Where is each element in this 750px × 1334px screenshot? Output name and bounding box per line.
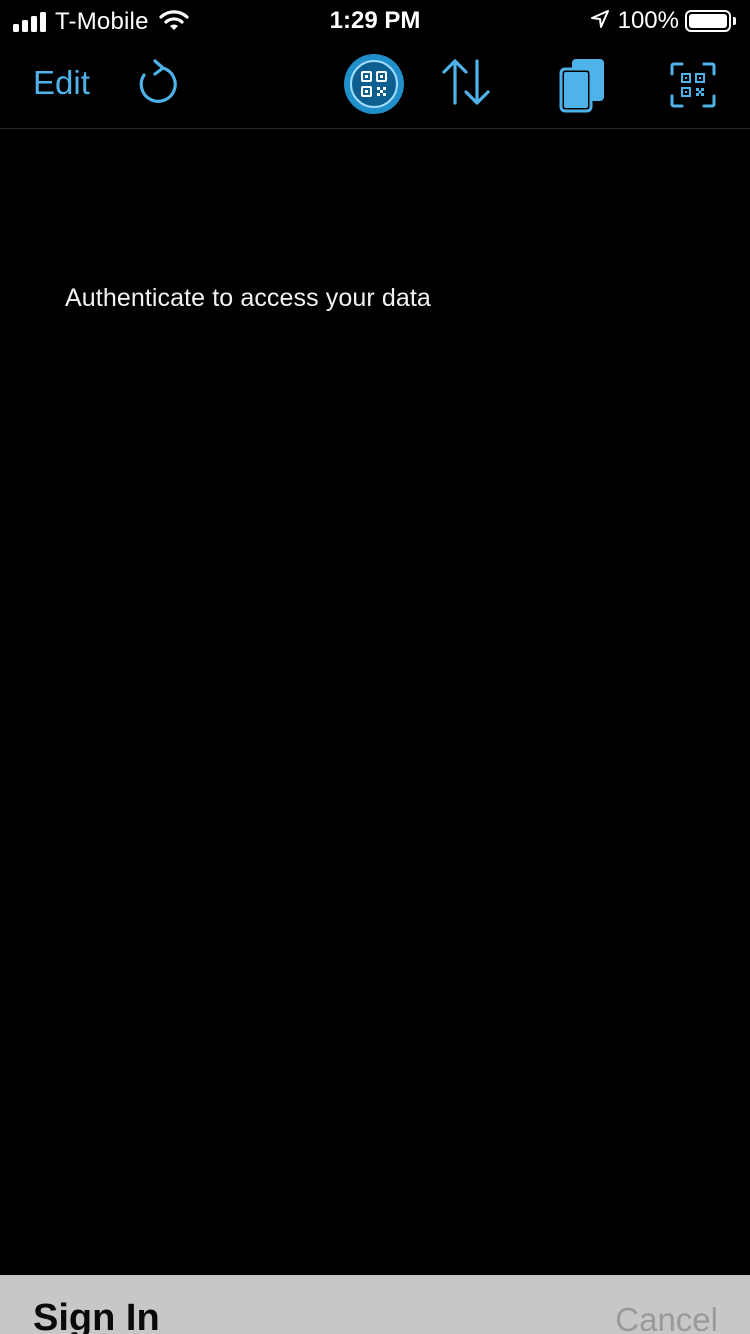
nav-bar: Edit	[0, 40, 750, 129]
location-arrow-icon	[590, 9, 610, 34]
status-right: 100%	[590, 7, 736, 35]
qr-code-circle-icon[interactable]	[343, 53, 405, 115]
auth-message: Authenticate to access your data	[65, 284, 431, 312]
status-bar: T-Mobile 1:29 PM 100%	[0, 0, 750, 40]
cancel-button[interactable]: Cancel	[615, 1301, 718, 1334]
battery-fill	[689, 14, 727, 28]
sheet-title: Sign In	[33, 1297, 160, 1334]
refresh-icon[interactable]	[132, 56, 182, 110]
scan-qr-icon[interactable]	[668, 60, 718, 110]
edit-button[interactable]: Edit	[33, 64, 90, 102]
battery-cap	[733, 17, 736, 25]
screen: T-Mobile 1:29 PM 100% Edit Authenticate …	[0, 0, 750, 1334]
battery-icon	[685, 10, 731, 32]
copy-icon[interactable]	[554, 56, 610, 114]
battery-percent: 100%	[617, 7, 679, 34]
sign-in-sheet: Sign In Cancel	[0, 1275, 750, 1334]
sort-arrows-icon[interactable]	[436, 54, 496, 110]
